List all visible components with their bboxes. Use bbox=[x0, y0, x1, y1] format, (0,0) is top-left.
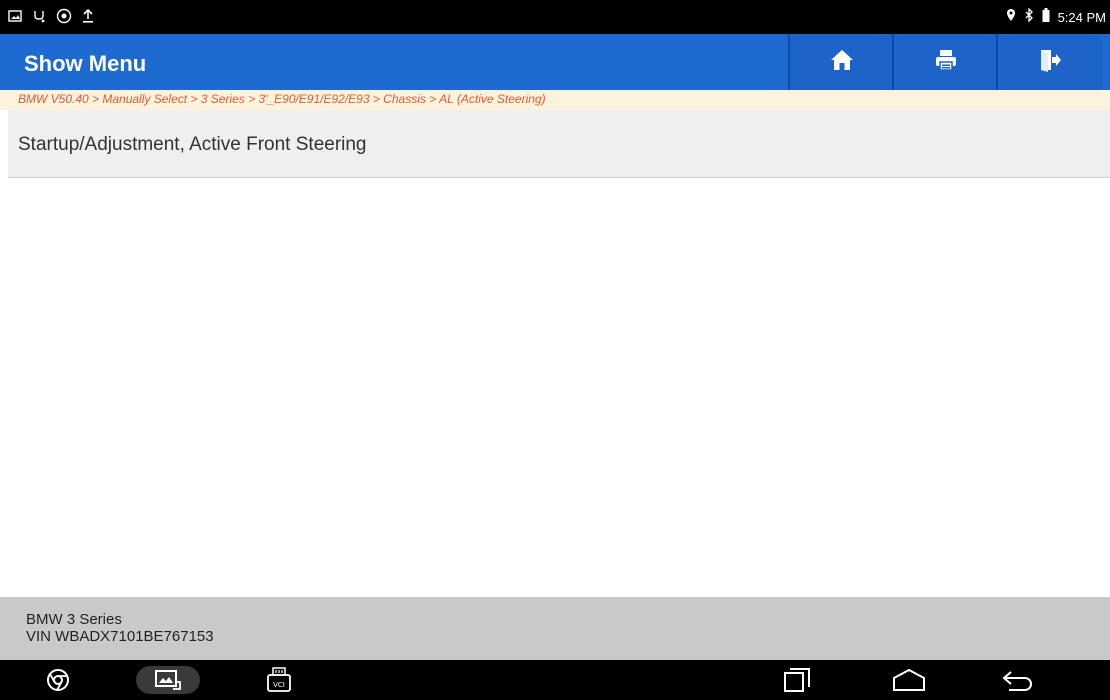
status-bar: 5:24 PM bbox=[0, 0, 1110, 34]
battery-icon bbox=[1042, 8, 1050, 27]
system-nav-bar: VCI bbox=[0, 660, 1110, 700]
menu-list: Startup/Adjustment, Active Front Steerin… bbox=[8, 110, 1110, 178]
vehicle-model: BMW 3 Series bbox=[26, 611, 122, 628]
vehicle-info-bar: BMW 3 Series VIN WBADX7101BE767153 bbox=[0, 597, 1110, 660]
gallery-icon[interactable] bbox=[136, 666, 200, 694]
recents-icon[interactable] bbox=[782, 666, 814, 694]
gallery-notification-icon bbox=[8, 9, 22, 28]
vci-icon[interactable]: VCI bbox=[263, 666, 295, 694]
settings-notification-icon bbox=[56, 8, 72, 29]
chrome-icon[interactable] bbox=[42, 666, 74, 694]
page-title: Show Menu bbox=[24, 51, 147, 76]
diagnostic-notification-icon bbox=[32, 9, 46, 28]
status-icons-right: 5:24 PM bbox=[1006, 7, 1106, 27]
svg-text:VCI: VCI bbox=[273, 681, 285, 689]
print-icon bbox=[934, 48, 958, 77]
status-icons-left bbox=[8, 8, 94, 29]
menu-item-startup-adjustment[interactable]: Startup/Adjustment, Active Front Steerin… bbox=[8, 110, 1110, 178]
breadcrumb-text: BMW V50.40 > Manually Select > 3 Series … bbox=[18, 92, 546, 106]
breadcrumb: BMW V50.40 > Manually Select > 3 Series … bbox=[0, 90, 1110, 110]
exit-icon bbox=[1038, 48, 1062, 77]
app-header: Show Menu bbox=[0, 34, 1110, 90]
vehicle-vin: VIN WBADX7101BE767153 bbox=[26, 628, 214, 645]
home-button[interactable] bbox=[788, 34, 894, 90]
home-icon bbox=[830, 49, 854, 76]
location-icon bbox=[1006, 8, 1016, 27]
back-icon[interactable] bbox=[1000, 666, 1036, 694]
menu-item-label: Startup/Adjustment, Active Front Steerin… bbox=[18, 134, 367, 155]
bluetooth-icon bbox=[1024, 7, 1034, 27]
exit-button[interactable] bbox=[996, 34, 1102, 90]
upload-notification-icon bbox=[82, 8, 94, 28]
home-nav-icon[interactable] bbox=[890, 666, 928, 694]
status-time: 5:24 PM bbox=[1057, 9, 1106, 25]
print-button[interactable] bbox=[892, 34, 998, 90]
